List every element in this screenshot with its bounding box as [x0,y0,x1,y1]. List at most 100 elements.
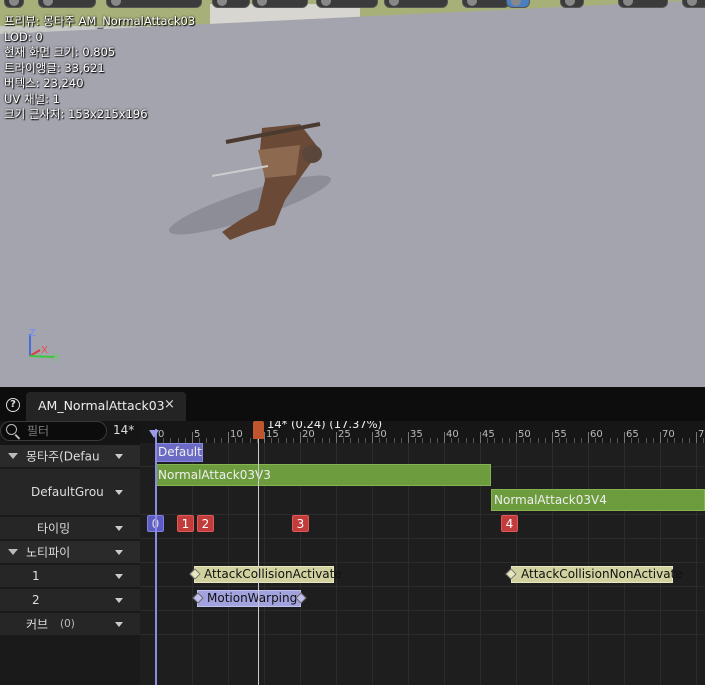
maximize-button[interactable] [682,0,705,8]
ruler-tick [264,432,265,443]
ruler-tick [408,432,409,443]
lod-button[interactable] [316,0,378,8]
ruler-tick-label: 45 [482,429,495,440]
snap-icon [511,0,521,6]
dropdown-arrow-icon[interactable] [115,622,123,627]
show-button[interactable] [212,0,250,8]
lod-icon [321,0,331,6]
layout-button[interactable] [618,0,668,8]
notify-attack-collision-activate[interactable]: AttackCollisionActivate [194,566,342,583]
preview-viewport[interactable]: 프리뷰: 몽타주 AM_NormalAttack03 LOD: 0 현재 화면 … [0,0,705,387]
timing-marker-3[interactable]: 3 [292,515,309,532]
stat-screen-size: 현재 화면 크기: 0.805 [4,45,116,59]
ruler-tick-label: 70 [662,429,675,440]
ruler-tick [300,432,301,443]
ruler-tick [336,432,337,443]
axis-gizmo-icon: Z X Y [29,328,60,364]
editor-root: 프리뷰: 몽타주 AM_NormalAttack03 LOD: 0 현재 화면 … [0,0,705,685]
ruler-tick-label: 15 [266,429,279,440]
tab-am-normalattack03[interactable]: AM_NormalAttack03 × [26,392,186,421]
viewport-stats: 프리뷰: 몽타주 AM_NormalAttack03 LOD: 0 현재 화면 … [4,14,195,123]
ruler-tick [588,432,589,443]
ruler-tick [624,432,625,443]
maximize-icon [687,0,697,6]
timing-marker-1[interactable]: 1 [177,515,194,532]
ruler-tick [444,432,445,443]
playback-speed-button[interactable] [384,0,448,8]
filter-input[interactable] [27,423,105,439]
ruler-tick-label: 25 [338,429,351,440]
filter-search-box[interactable] [0,421,107,441]
ruler-tick-label: 35 [410,429,423,440]
dropdown-arrow-icon[interactable] [115,490,123,495]
track-default-group-label: DefaultGrou [31,485,104,499]
ruler-tick-label: 40 [446,429,459,440]
snap-toggle-button[interactable] [506,0,530,8]
character-button[interactable] [252,0,308,8]
ruler-tick-label: 60 [590,429,603,440]
notify-attack-collision-nonactivate[interactable]: AttackCollisionNonActivate [511,566,683,583]
dropdown-arrow-icon[interactable] [115,550,123,555]
track-notify-2-label: 2 [32,593,40,607]
current-frame-readout: 14* [113,423,135,437]
track-notify-2[interactable]: 2 [0,589,140,611]
playhead-handle[interactable] [253,421,264,439]
timing-marker-2[interactable]: 2 [197,515,214,532]
notify-motion-warping[interactable]: MotionWarping [197,590,301,607]
ruler-tick-label: 10 [230,429,243,440]
stat-lod: LOD: 0 [4,29,43,44]
dropdown-arrow-icon[interactable] [115,454,123,459]
ruler-tick [660,432,661,443]
track-list: 몽타주(Defau DefaultGrou 타이밍 노티파이 1 2 커브 (0… [0,445,140,685]
axis-z-label: Z [29,328,36,339]
track-timing[interactable]: 타이밍 [0,517,140,539]
track-montage[interactable]: 몽타주(Defau [0,445,140,467]
ruler-tick [552,432,553,443]
ruler-tick-label: 65 [626,429,639,440]
menu-button[interactable] [4,0,24,8]
dropdown-arrow-icon[interactable] [115,574,123,579]
camera-speed-button[interactable] [560,0,584,8]
timeline-row-curve [140,611,705,635]
move-icon [467,0,477,6]
tab-title: AM_NormalAttack03 [38,398,165,413]
close-icon[interactable]: × [164,397,175,412]
dropdown-arrow-icon[interactable] [115,598,123,603]
track-notify[interactable]: 노티파이 [0,541,140,563]
track-montage-label: 몽타주(Defau [26,449,100,464]
ruler-tick-label: 50 [518,429,531,440]
track-curve-count: (0) [60,618,75,630]
axis-x-label: X [41,345,48,356]
stat-vertices: 버텍스: 23,240 [4,76,84,90]
dropdown-arrow-icon[interactable] [115,526,123,531]
character-icon [257,0,267,6]
ruler-tick-label: 55 [554,429,567,440]
collapse-arrow-icon[interactable] [8,453,18,459]
time-ruler[interactable]: 14* (0.24) (17.37%) 0 5 10 15 20 25 30 35 40 45 50… [140,421,705,443]
track-notify-1[interactable]: 1 [0,565,140,587]
default-slot-segment[interactable]: Default [155,443,203,462]
axis-y-label: Y [52,353,60,364]
view-icon [43,0,53,6]
lighting-icon [111,0,121,6]
grid-icon [623,0,633,6]
track-curve[interactable]: 커브 (0) [0,613,140,635]
lighting-button[interactable] [106,0,202,8]
timeline-area[interactable]: 14* (0.24) (17.37%) 0 5 10 15 20 25 30 35 40 45 50… [140,421,705,685]
help-icon[interactable]: ? [6,398,20,412]
track-timing-label: 타이밍 [37,521,71,536]
view-mode-button[interactable] [38,0,96,8]
stat-triangles: 트라이앵글: 33,621 [4,60,105,75]
transform-mode-button[interactable] [462,0,510,8]
ruler-tick [228,432,229,443]
track-notify-label: 노티파이 [26,545,71,560]
start-line [155,429,157,685]
collapse-arrow-icon[interactable] [8,549,18,555]
start-marker-icon[interactable] [149,430,159,438]
segment-normalattack03v3[interactable]: NormalAttack03V3 [155,464,491,486]
ruler-tick [696,432,697,443]
timing-marker-4[interactable]: 4 [501,515,518,532]
track-default-group[interactable]: DefaultGrou [0,469,140,515]
segment-normalattack03v4[interactable]: NormalAttack03V4 [491,489,705,511]
ruler-tick-label: 30 [374,429,387,440]
